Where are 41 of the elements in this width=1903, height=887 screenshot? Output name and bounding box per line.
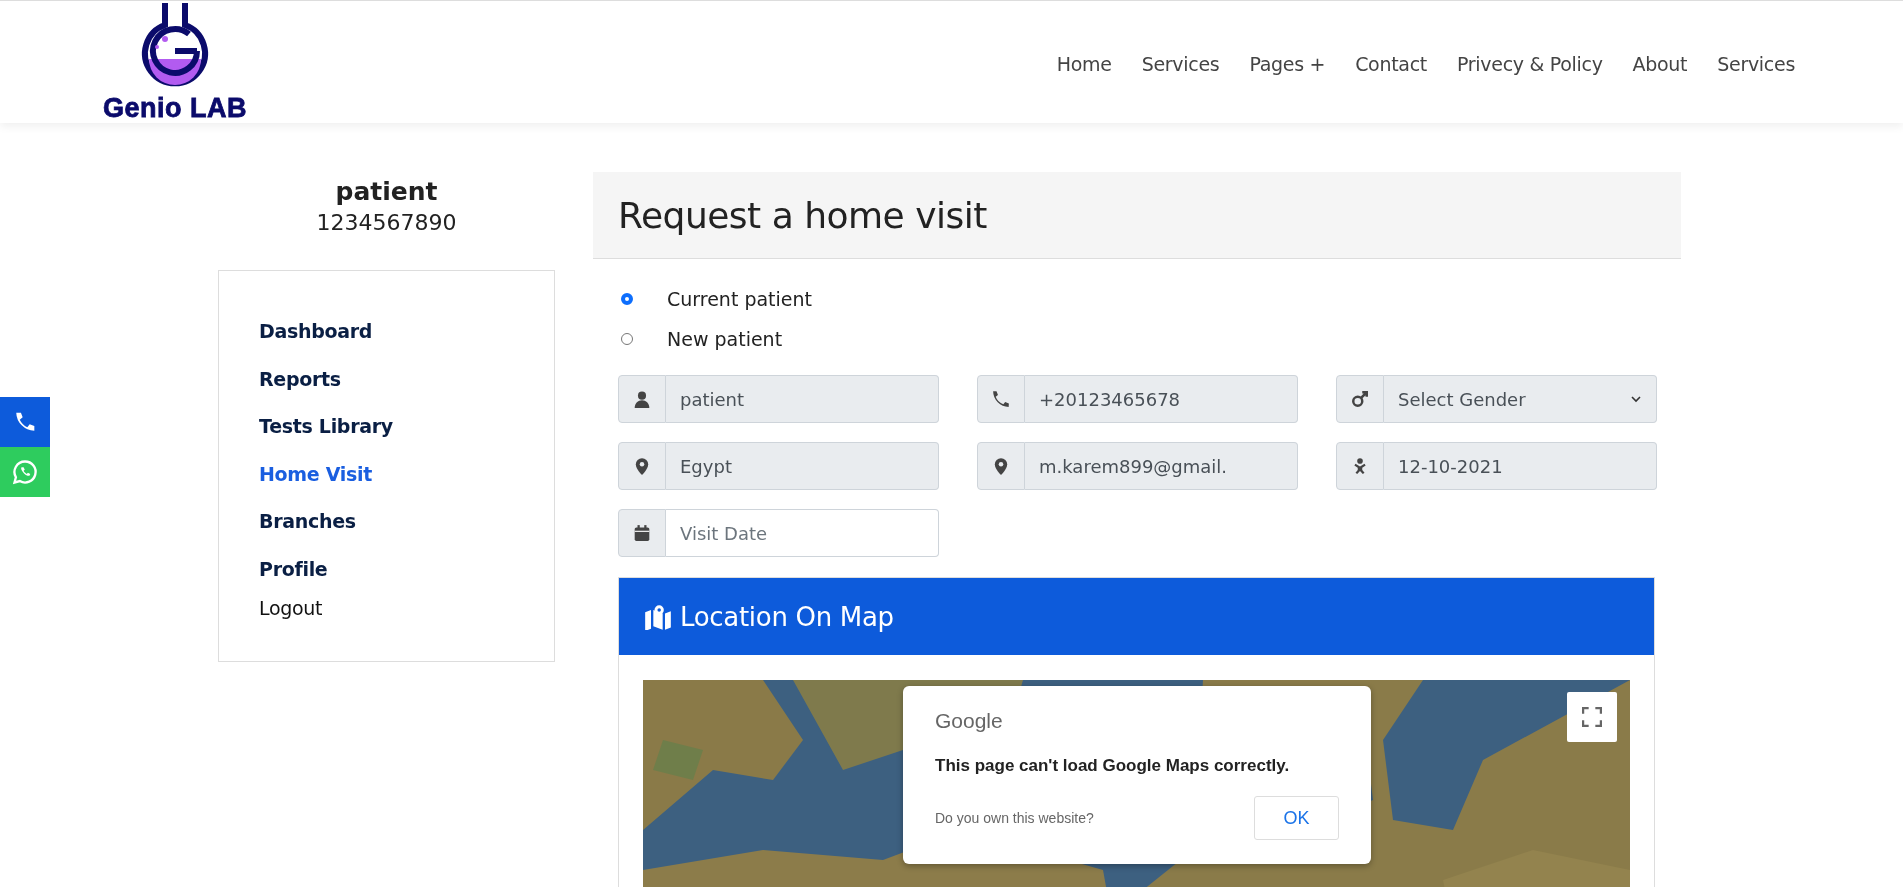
baby-icon <box>1351 457 1369 475</box>
radio-button[interactable] <box>621 333 633 345</box>
radio-button[interactable] <box>621 293 633 305</box>
sidebar-item[interactable]: Logout <box>259 595 323 621</box>
calendar-icon <box>633 524 651 542</box>
nav-link[interactable]: Services <box>1717 50 1795 78</box>
nav-link[interactable]: Services <box>1141 50 1220 78</box>
map-icon <box>644 603 672 630</box>
nav-link[interactable]: Privecy & Policy <box>1457 50 1603 78</box>
sidebar-item[interactable]: Profile <box>259 555 328 582</box>
phone-icon <box>992 390 1010 408</box>
profile-phone: 1234567890 <box>316 209 457 237</box>
location-pin-icon <box>992 457 1010 475</box>
ok-button[interactable]: OK <box>1254 796 1339 840</box>
dialog-question: Do you own this website? <box>935 810 1094 826</box>
phone-button[interactable] <box>0 397 50 447</box>
user-icon <box>633 390 651 408</box>
card-title: Location On Map <box>680 601 894 632</box>
radio-label: New patient <box>667 328 783 350</box>
sidebar-item[interactable]: Tests Library <box>259 413 393 439</box>
fullscreen-button[interactable] <box>1567 692 1617 742</box>
dialog-brand: Google <box>935 708 1004 734</box>
nav-link[interactable]: Home <box>1056 50 1112 78</box>
sidebar-item[interactable]: Dashboard <box>259 318 373 344</box>
dialog-message: This page can't load Google Maps correctly. <box>935 756 1291 776</box>
location-pin-icon <box>633 457 651 475</box>
nav-link[interactable]: About <box>1632 50 1688 78</box>
page-title: Request a home visit <box>618 194 987 236</box>
sidebar-item[interactable]: Branches <box>259 508 356 534</box>
sidebar-item[interactable]: Reports <box>259 365 341 392</box>
radio-label: Current patient <box>667 288 812 310</box>
input-field[interactable]: Visit Date <box>666 509 939 557</box>
nav-link[interactable]: Contact <box>1355 50 1427 78</box>
chat-bubble-icon <box>11 458 39 486</box>
sidebar-item[interactable]: Home Visit <box>259 460 373 487</box>
nav-link[interactable]: Pages + <box>1249 50 1326 78</box>
logo-text[interactable]: Genio LAB <box>103 93 247 123</box>
male-sign-icon <box>1351 390 1369 408</box>
fullscreen-icon <box>1582 707 1602 727</box>
chevron-down-icon <box>1630 393 1642 405</box>
profile-name: patient <box>335 176 438 208</box>
